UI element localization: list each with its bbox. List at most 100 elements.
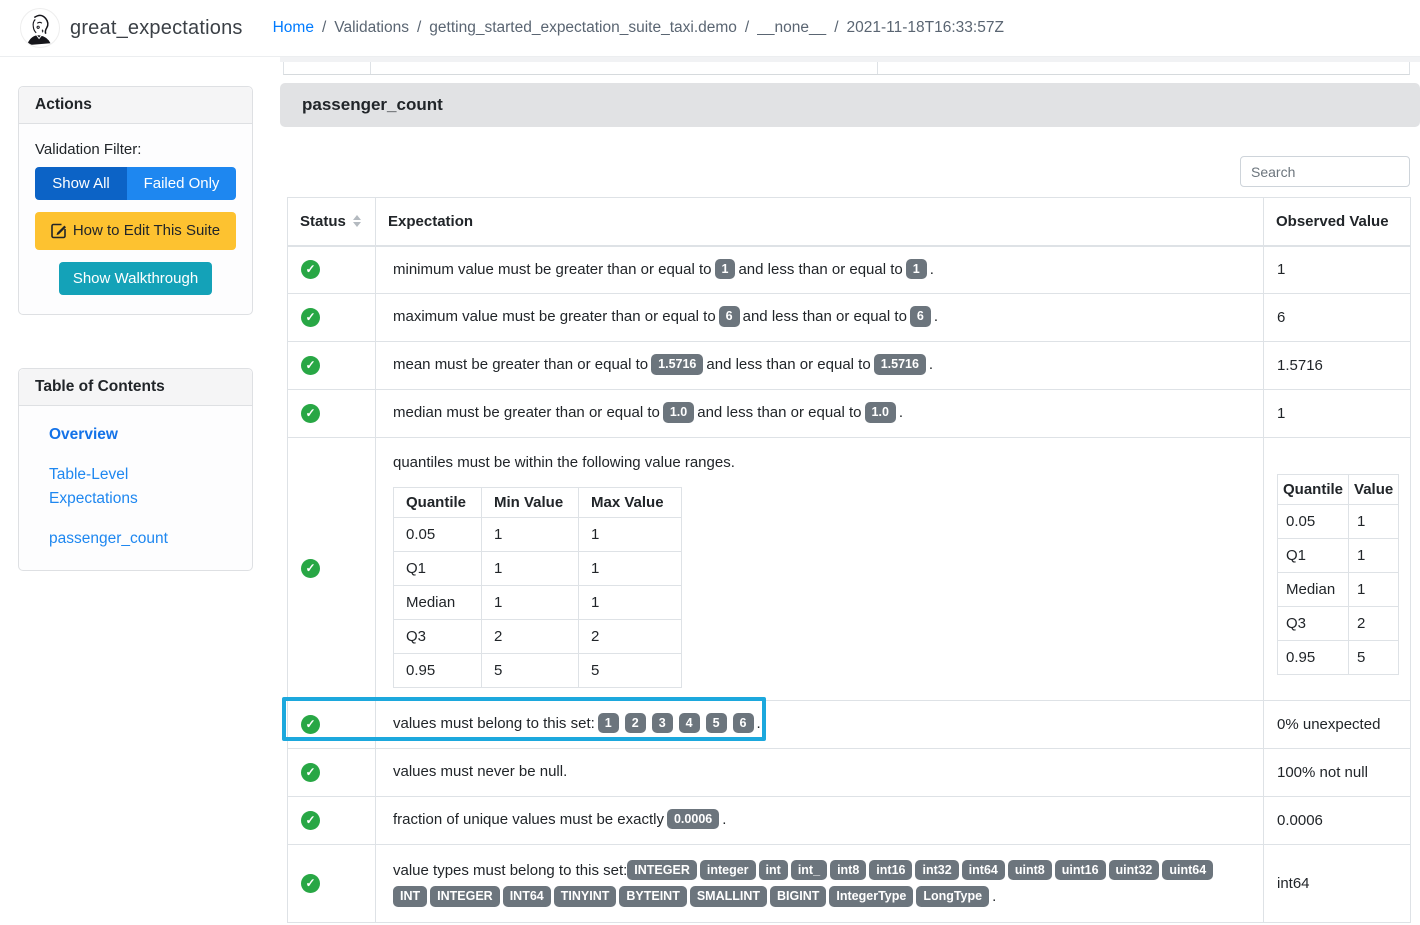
sort-icon (353, 215, 361, 228)
mini-table-row: Median 1 (1276, 572, 1400, 608)
success-check-icon: ✓ (301, 873, 320, 893)
observed-value: 100% not null (1263, 747, 1411, 797)
observed-value: int64 (1263, 843, 1411, 923)
search-input[interactable] (1240, 156, 1410, 187)
success-check-icon: ✓ (301, 762, 320, 782)
previous-table-remnant (283, 62, 1410, 75)
value-badge: int_ (790, 859, 828, 880)
observed-value: 0.0006 (1263, 795, 1411, 845)
value-badge: 1 (597, 712, 619, 734)
value-badge: 1 (714, 258, 736, 279)
actions-panel: Actions Validation Filter: Show All Fail… (18, 86, 253, 315)
table-row-value-set: ✓ values must belong to this set: 1 2 3 4 5 6.… (287, 699, 1411, 749)
observed-value: 6 (1263, 293, 1411, 342)
value-badge: 5 (705, 712, 727, 734)
value-badge: 6 (909, 306, 931, 327)
mini-table-row: Q1 1 (1276, 538, 1400, 574)
value-badge: uint16 (1054, 859, 1106, 880)
mini-table-row: 0.05 1 1 (393, 516, 682, 552)
edit-icon (51, 223, 67, 239)
table-row: ✓ median must be greater than or equal t… (287, 389, 1411, 438)
table-row-quantiles: ✓ quantiles must be within the following… (287, 437, 1411, 701)
value-badge: 4 (678, 712, 700, 734)
value-badge: BYTEINT (619, 886, 687, 907)
value-badge: int (758, 859, 788, 880)
value-badge: 1.0 (864, 402, 896, 423)
success-check-icon: ✓ (301, 810, 320, 830)
observed-value-column-header: Observed Value (1263, 197, 1411, 247)
breadcrumb-separator: / (744, 19, 750, 36)
value-badge: 0.0006 (666, 808, 720, 830)
observed-value: 1 (1263, 245, 1411, 294)
breadcrumb-item: __none__ (757, 19, 827, 36)
validation-filter-label: Validation Filter: (35, 141, 142, 158)
column-section-header: passenger_count (280, 83, 1420, 127)
table-row: ✓ mean must be greater than or equal to 1… (287, 341, 1411, 390)
toc-link-table-level-expectations[interactable]: Table-Level Expectations (49, 463, 214, 511)
success-check-icon: ✓ (301, 260, 320, 280)
how-to-edit-suite-button[interactable]: How to Edit This Suite (35, 212, 236, 250)
value-badge: INT64 (502, 886, 551, 907)
failed-only-button[interactable]: Failed Only (127, 167, 236, 200)
value-badge: uint8 (1007, 859, 1052, 880)
value-badge: uint32 (1108, 859, 1160, 880)
main-content: passenger_count Status Expectation Obser… (280, 57, 1420, 923)
observed-value: 0% unexpected (1263, 699, 1411, 749)
table-header-row: Status Expectation Observed Value (287, 197, 1411, 247)
great-expectations-logo-icon (20, 8, 60, 48)
mini-table-row: Q1 1 1 (393, 550, 682, 586)
value-badge: int16 (869, 859, 913, 880)
quantiles-observed-table: Quantile Value 0.05 1 Q1 1 Median 1 Q3 2 0.95 5 (1276, 474, 1400, 676)
value-badge: integer (699, 859, 756, 880)
value-badge: 2 (624, 712, 646, 734)
success-check-icon: ✓ (301, 714, 320, 734)
toc-title: Table of Contents (19, 369, 252, 406)
breadcrumb-separator: / (416, 19, 422, 36)
table-row: ✓ values must never be null. 100% not nu… (287, 747, 1411, 797)
show-all-button[interactable]: Show All (35, 167, 127, 200)
column-section-title: passenger_count (302, 95, 443, 114)
success-check-icon: ✓ (301, 404, 320, 423)
table-row: ✓ fraction of unique values must be exac… (287, 795, 1411, 845)
value-badge: INTEGER (430, 886, 500, 907)
validation-filter-group: Show All Failed Only (35, 167, 236, 200)
success-check-icon: ✓ (301, 356, 320, 375)
breadcrumb-item: 2021-11-18T16:33:57Z (846, 19, 1004, 36)
table-row: ✓ maximum value must be greater than or … (287, 293, 1411, 342)
toc-link-passenger-count[interactable]: passenger_count (49, 527, 236, 551)
breadcrumb: Home / Validations / getting_started_exp… (273, 19, 1004, 37)
quantiles-expectation-text: quantiles must be within the following v… (393, 454, 735, 471)
value-badge: int8 (830, 859, 867, 880)
value-badge: 1.5716 (873, 354, 926, 375)
value-badge: 1.0 (662, 402, 695, 423)
value-badge: 6 (718, 306, 740, 327)
breadcrumb-home-link[interactable]: Home (273, 19, 314, 37)
table-row-value-types: ✓ value types must belong to this set: IN… (287, 843, 1411, 923)
how-to-edit-suite-label: How to Edit This Suite (72, 222, 221, 239)
expectation-column-header: Expectation (375, 197, 1264, 247)
success-check-icon: ✓ (301, 308, 320, 327)
value-badge: int64 (961, 859, 1005, 880)
value-badge: 1.5716 (651, 354, 704, 375)
value-badge: 6 (732, 712, 754, 734)
value-badge: 1 (905, 258, 927, 279)
value-badge: INTEGER (627, 859, 697, 880)
brand[interactable]: great_expectations (20, 8, 243, 48)
value-badge: int32 (915, 859, 959, 880)
mini-table-row: Median 1 1 (393, 584, 682, 620)
expectations-table: Status Expectation Observed Value ✓ mini… (287, 197, 1411, 923)
value-badge: uint64 (1162, 859, 1214, 880)
breadcrumb-item: Validations (334, 19, 409, 36)
show-walkthrough-button[interactable]: Show Walkthrough (58, 261, 213, 295)
actions-panel-title: Actions (19, 87, 252, 124)
mini-table-row: Q3 2 2 (393, 618, 682, 654)
value-badge: LongType (916, 886, 990, 907)
toc-link-overview[interactable]: Overview (49, 423, 236, 447)
mini-table-row: Q3 2 (1276, 606, 1400, 642)
success-check-icon: ✓ (301, 559, 320, 579)
value-badge: BIGINT (770, 886, 827, 907)
status-column-header[interactable]: Status (287, 197, 376, 247)
table-row: ✓ minimum value must be greater than or … (287, 245, 1411, 294)
mini-table-row: 0.95 5 5 (393, 652, 682, 688)
observed-value: 1 (1263, 389, 1411, 438)
